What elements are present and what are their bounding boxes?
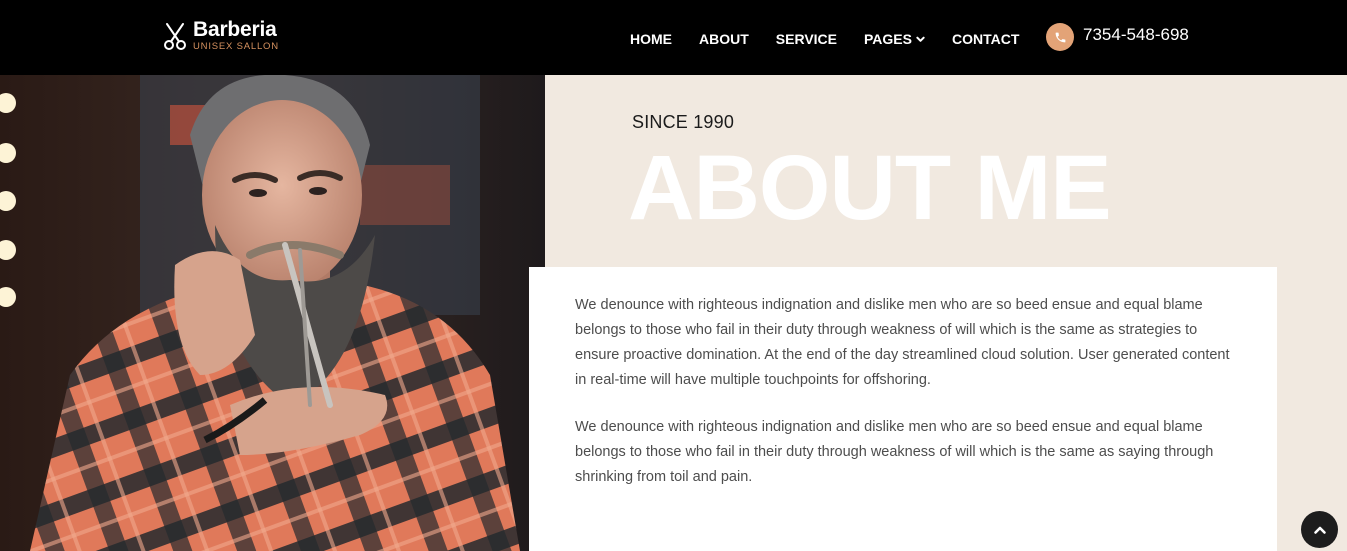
since-label: SINCE 1990	[632, 112, 735, 132]
main-nav: HOME ABOUT SERVICE PAGES CONTACT	[630, 31, 1046, 47]
chevron-down-icon	[916, 36, 925, 42]
chevron-up-icon	[1313, 526, 1326, 534]
phone-icon	[1046, 23, 1074, 51]
nav-pages-label: PAGES	[864, 31, 912, 47]
nav-home[interactable]: HOME	[630, 31, 672, 47]
brand-tagline: UNISEX SALLON	[193, 41, 279, 52]
site-header: Barberia UNISEX SALLON HOME ABOUT SERVIC…	[0, 0, 1347, 75]
brand-name: Barberia	[193, 18, 277, 41]
page-title: ABOUT ME	[628, 137, 1112, 239]
nav-about[interactable]: ABOUT	[699, 31, 749, 47]
nav-service[interactable]: SERVICE	[776, 31, 837, 47]
about-paragraph-1: We denounce with righteous indignation a…	[575, 297, 1230, 388]
barber-portrait-illustration	[0, 75, 545, 551]
barber-portrait-image	[0, 75, 545, 551]
nav-pages[interactable]: PAGES	[864, 31, 925, 47]
brand-logo[interactable]: Barberia UNISEX SALLON	[164, 18, 279, 52]
scissors-icon	[164, 23, 186, 50]
about-content-card: We denounce with righteous indignation a…	[529, 267, 1277, 551]
about-paragraph-2: We denounce with righteous indignation a…	[575, 419, 1214, 485]
nav-contact[interactable]: CONTACT	[952, 31, 1019, 47]
phone-number: 7354-548-698	[1083, 24, 1189, 44]
phone-contact[interactable]: 7354-548-698	[1046, 23, 1189, 51]
scroll-to-top-button[interactable]	[1301, 511, 1338, 548]
